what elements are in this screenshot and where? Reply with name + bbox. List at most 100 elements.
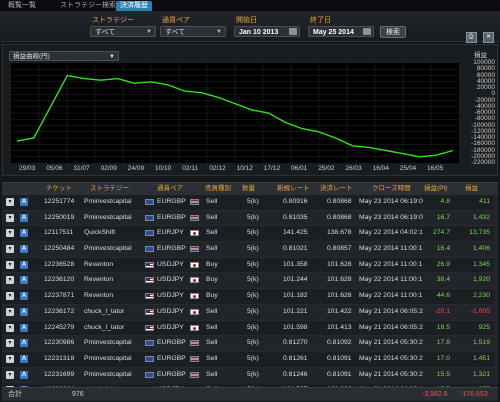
col-quantity[interactable]: 数量 [242, 183, 255, 195]
pair-cell: EURJPY [157, 229, 184, 237]
side-cell: Buy [206, 276, 218, 284]
expand-row-icon[interactable]: ▾ [6, 213, 14, 222]
tab-settlement-history[interactable]: 決済履歴 [116, 1, 152, 11]
quantity-cell: 5(k) [247, 354, 259, 362]
col-side[interactable]: 売買種別 [205, 183, 231, 195]
col-close-time[interactable]: クローズ時間 [372, 183, 411, 195]
table-row[interactable]: ▾ A 12251774 Pminvestcapital EURGBP Sell 5(k) 0… [2, 195, 498, 211]
pair-select[interactable]: すべて ▼ [160, 26, 226, 37]
pair-cell: EURGBP [157, 339, 186, 347]
close-time-cell: May 23 2014 06:19:0 [359, 213, 423, 221]
strategy-select[interactable]: すべて ▼ [90, 26, 156, 37]
strategy-cell[interactable]: chuck_l_tator [84, 321, 124, 335]
strategy-cell[interactable]: Pminvestcapital [84, 242, 132, 256]
side-cell: Buy [206, 292, 218, 300]
table-header: チケット ストラテジー 通貨ペア 売買種別 数量 新規レート 決済レート クロー… [2, 182, 498, 196]
chart-plot-area [11, 63, 459, 163]
strategy-cell[interactable]: Pminvestcapital [84, 336, 132, 350]
col-pnl-pt[interactable]: 損益(Pt) [424, 183, 447, 195]
auto-trade-icon: A [20, 339, 28, 348]
expand-row-icon[interactable]: ▾ [6, 276, 14, 285]
strategy-cell[interactable]: Pminvestcapital [84, 352, 132, 366]
close-rate-cell: 101.628 [327, 292, 352, 300]
close-icon[interactable]: ✕ [483, 32, 494, 43]
close-time-cell: May 21 2014 05:30:2 [359, 354, 423, 362]
calendar-icon[interactable] [289, 28, 297, 35]
print-icon[interactable]: ⎙ [465, 32, 477, 43]
table-row[interactable]: ▾ A 12245279 chuck_l_tator USDJPY Sell 5(k) 101… [2, 320, 498, 337]
col-pair[interactable]: 通貨ペア [157, 183, 183, 195]
quantity-cell: 5(k) [247, 229, 259, 237]
col-close-rate[interactable]: 決済レート [320, 183, 353, 195]
x-tick-label: 02/12 [209, 165, 226, 172]
auto-trade-icon: A [20, 229, 28, 238]
table-row[interactable]: ▾ A 12236120 Reventon USDJPY Buy 5(k) 101.244 10… [2, 273, 498, 290]
search-button[interactable]: 検索 [380, 26, 406, 38]
strategy-cell[interactable]: Reventon [84, 289, 113, 303]
strategy-cell[interactable]: Pminvestcapital [84, 211, 132, 225]
table-row[interactable]: ▾ A 12250484 Pminvestcapital EURGBP Sell 5(k) 0… [2, 242, 498, 258]
ticket-cell: 12236172 [44, 307, 75, 315]
open-rate-cell: 141.425 [283, 229, 308, 237]
col-pnl[interactable]: 損益 [465, 183, 478, 195]
tab-overview[interactable]: 概覧一覧 [4, 1, 40, 11]
table-row[interactable]: ▾ A 12237871 Reventon USDJPY Buy 5(k) 101.182 10… [2, 289, 498, 305]
strategy-cell[interactable]: Reventon [84, 273, 113, 287]
table-row[interactable]: ▾ A 12236172 chuck_l_tator USDJPY Sell 5(k) 101… [2, 304, 498, 321]
pnl-cell: 1,920 [472, 276, 490, 284]
expand-row-icon[interactable]: ▾ [6, 229, 14, 238]
expand-row-icon[interactable]: ▾ [6, 198, 14, 206]
x-tick-label: 17/12 [263, 165, 281, 172]
table-row[interactable]: ▾ A 12231318 Pminvestcapital EURGBP Sell 5(k) 0… [2, 351, 498, 368]
table-row[interactable]: ▾ A 12230986 Pminvestcapital EURGBP Sell 5(k) 0… [2, 336, 498, 352]
expand-row-icon[interactable]: ▾ [6, 323, 14, 332]
chevron-down-icon: ▼ [216, 29, 222, 35]
expand-row-icon[interactable]: ▾ [6, 354, 14, 363]
currency-flag-icon [190, 246, 199, 253]
strategy-cell[interactable]: chuck_l_tator [84, 305, 124, 319]
end-date-input[interactable]: May 25 2014 [308, 26, 374, 37]
ticket-cell: 12236120 [44, 276, 75, 284]
currency-flag-icon [190, 324, 199, 331]
table-row[interactable]: ▾ A 12231699 Pminvestcapital EURGBP Sell 5(k) 0… [2, 367, 498, 384]
table-row[interactable]: ▾ A 12117511 QuickShift EURJPY Sell 5(k) 141.42… [2, 226, 498, 243]
pnl-pt-cell: 18.5 [436, 323, 450, 331]
start-date-input[interactable]: Jan 10 2013 [234, 26, 300, 37]
open-rate-cell: 101.598 [283, 323, 308, 331]
expand-row-icon[interactable]: ▾ [6, 370, 14, 379]
pnl-pt-cell: -20.1 [434, 307, 451, 315]
pnl-pt-cell: 44.6 [436, 292, 450, 300]
calendar-icon[interactable] [363, 28, 371, 35]
table-scrollbar[interactable] [494, 195, 498, 385]
open-rate-cell: 101.221 [283, 307, 308, 315]
strategy-cell[interactable]: QuickShift [84, 226, 115, 240]
chart-type-select[interactable]: 損益曲線(円) ▼ [9, 51, 119, 61]
ticket-cell: 12245279 [44, 323, 75, 331]
strategy-cell[interactable]: Pminvestcapital [84, 195, 132, 209]
expand-row-icon[interactable]: ▾ [6, 339, 14, 348]
expand-row-icon[interactable]: ▾ [6, 307, 14, 316]
col-open-rate[interactable]: 新規レート [277, 183, 310, 195]
pnl-cell: 13,735 [469, 229, 490, 237]
expand-row-icon[interactable]: ▾ [6, 292, 14, 301]
auto-trade-icon: A [20, 370, 28, 379]
pnl-pt-cell: 17.8 [436, 339, 450, 347]
close-time-cell: May 22 2014 11:00:1 [359, 276, 423, 284]
pair-cell: EURGBP [157, 245, 186, 253]
col-strategy[interactable]: ストラテジー [90, 183, 129, 195]
table-row[interactable]: ▾ A 12236528 Reventon USDJPY Buy 5(k) 101.358 10… [2, 257, 498, 274]
expand-row-icon[interactable]: ▾ [6, 245, 14, 254]
col-ticket[interactable]: チケット [46, 183, 72, 195]
table-row[interactable]: ▾ A 12250019 Pminvestcapital EURGBP Sell 5(k) 0… [2, 210, 498, 227]
quantity-cell: 5(k) [247, 245, 259, 253]
expand-row-icon[interactable]: ▾ [6, 260, 14, 269]
close-rate-cell: 0.81091 [327, 354, 352, 362]
tab-strategy-search[interactable]: ストラテジー検索 [56, 1, 120, 11]
currency-flag-icon [145, 246, 154, 253]
pnl-pt-cell: 274.7 [432, 229, 450, 237]
x-tick-label: 02/09 [100, 165, 117, 172]
strategy-cell[interactable]: Pminvestcapital [84, 368, 132, 382]
open-rate-cell: 0.81035 [283, 213, 308, 221]
strategy-cell[interactable]: Reventon [84, 258, 113, 272]
auto-trade-icon: A [20, 292, 28, 301]
